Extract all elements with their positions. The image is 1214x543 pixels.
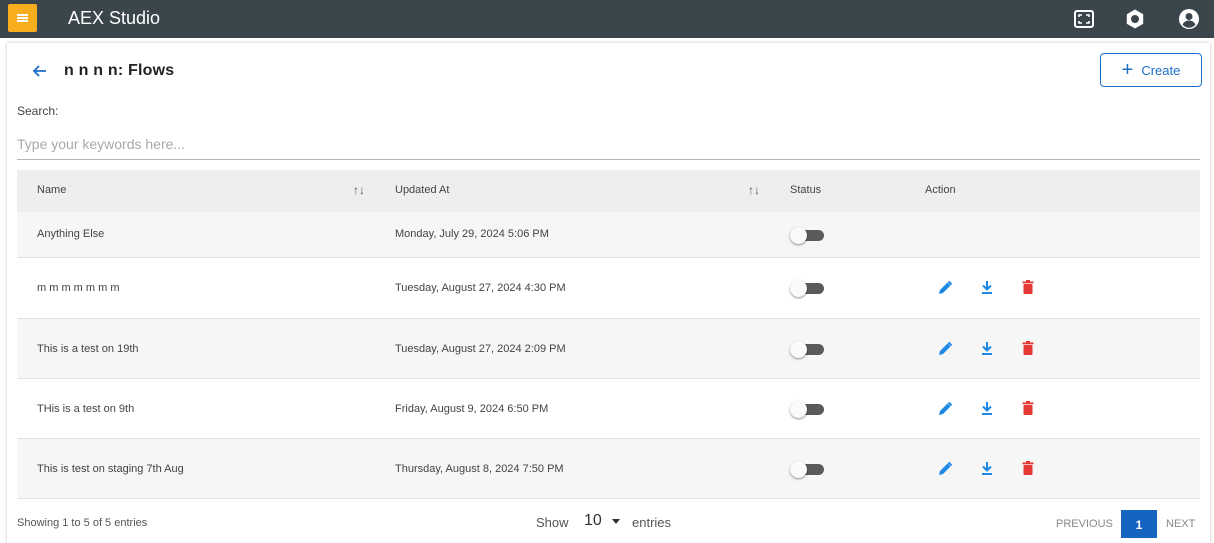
table-row: This is a test on 19th Tuesday, August 2…: [17, 319, 1200, 379]
download-icon[interactable]: [979, 460, 995, 476]
show-label: Show: [536, 515, 569, 530]
table-row: Anything Else Monday, July 29, 2024 5:06…: [17, 212, 1200, 258]
flows-table: Name ↑↓ Updated At ↑↓ Status Action Anyt…: [17, 170, 1200, 499]
back-arrow-icon[interactable]: [30, 61, 50, 81]
status-toggle[interactable]: [790, 227, 826, 244]
table-header: Name ↑↓ Updated At ↑↓ Status Action: [17, 170, 1200, 212]
delete-icon[interactable]: [1020, 279, 1036, 295]
column-header-name[interactable]: Name: [37, 184, 66, 196]
previous-button[interactable]: PREVIOUS: [1056, 518, 1113, 530]
delete-icon[interactable]: [1020, 460, 1036, 476]
app-title: AEX Studio: [68, 8, 161, 28]
page-size-select[interactable]: 10: [584, 512, 602, 530]
sort-name-icon[interactable]: ↑↓: [353, 183, 365, 197]
delete-icon[interactable]: [1020, 400, 1036, 416]
edit-icon[interactable]: [937, 341, 953, 357]
create-button-label: Create: [1141, 62, 1181, 78]
status-toggle[interactable]: [790, 280, 826, 297]
top-app-bar: AEX Studio: [0, 0, 1214, 38]
edit-icon[interactable]: [937, 280, 953, 296]
flow-updated-at: Thursday, August 8, 2024 7:50 PM: [395, 463, 564, 475]
download-icon[interactable]: [979, 340, 995, 356]
delete-icon[interactable]: [1020, 340, 1036, 356]
page-title: n n n n: Flows: [64, 62, 175, 79]
menu-icon[interactable]: [8, 4, 37, 32]
table-row: This is test on staging 7th Aug Thursday…: [17, 439, 1200, 499]
account-icon[interactable]: [1178, 8, 1200, 30]
flow-updated-at: Monday, July 29, 2024 5:06 PM: [395, 228, 549, 240]
fullscreen-icon[interactable]: [1073, 8, 1095, 30]
download-icon[interactable]: [979, 279, 995, 295]
flow-updated-at: Tuesday, August 27, 2024 2:09 PM: [395, 343, 566, 355]
column-header-action: Action: [925, 184, 956, 196]
table-row: m m m m m m m Tuesday, August 27, 2024 4…: [17, 258, 1200, 319]
flow-updated-at: Tuesday, August 27, 2024 4:30 PM: [395, 282, 566, 294]
create-button[interactable]: + Create: [1100, 53, 1202, 87]
status-toggle[interactable]: [790, 341, 826, 358]
flow-name[interactable]: m m m m m m m: [37, 282, 119, 294]
column-header-status: Status: [790, 184, 822, 196]
flow-name[interactable]: Anything Else: [37, 228, 104, 240]
sort-updated-at-icon[interactable]: ↑↓: [748, 183, 760, 197]
next-button[interactable]: NEXT: [1166, 518, 1195, 530]
plus-icon: +: [1121, 59, 1134, 81]
status-toggle[interactable]: [790, 461, 826, 478]
search-label: Search:: [17, 104, 59, 118]
table-row: THis is a test on 9th Friday, August 9, …: [17, 379, 1200, 439]
edit-icon[interactable]: [937, 461, 953, 477]
flow-name[interactable]: This is a test on 19th: [37, 343, 139, 355]
flow-name[interactable]: THis is a test on 9th: [37, 403, 134, 415]
caret-down-icon[interactable]: [612, 519, 620, 524]
settings-icon[interactable]: [1124, 8, 1146, 30]
column-header-updated-at[interactable]: Updated At: [395, 184, 449, 196]
edit-icon[interactable]: [937, 401, 953, 417]
search-input[interactable]: [17, 128, 1200, 160]
download-icon[interactable]: [979, 400, 995, 416]
flow-updated-at: Friday, August 9, 2024 6:50 PM: [395, 403, 549, 415]
page-button-1[interactable]: 1: [1121, 510, 1157, 538]
status-toggle[interactable]: [790, 401, 826, 418]
flow-name[interactable]: This is test on staging 7th Aug: [37, 463, 184, 475]
entries-info: Showing 1 to 5 of 5 entries: [17, 517, 148, 529]
entries-label: entries: [632, 515, 672, 530]
